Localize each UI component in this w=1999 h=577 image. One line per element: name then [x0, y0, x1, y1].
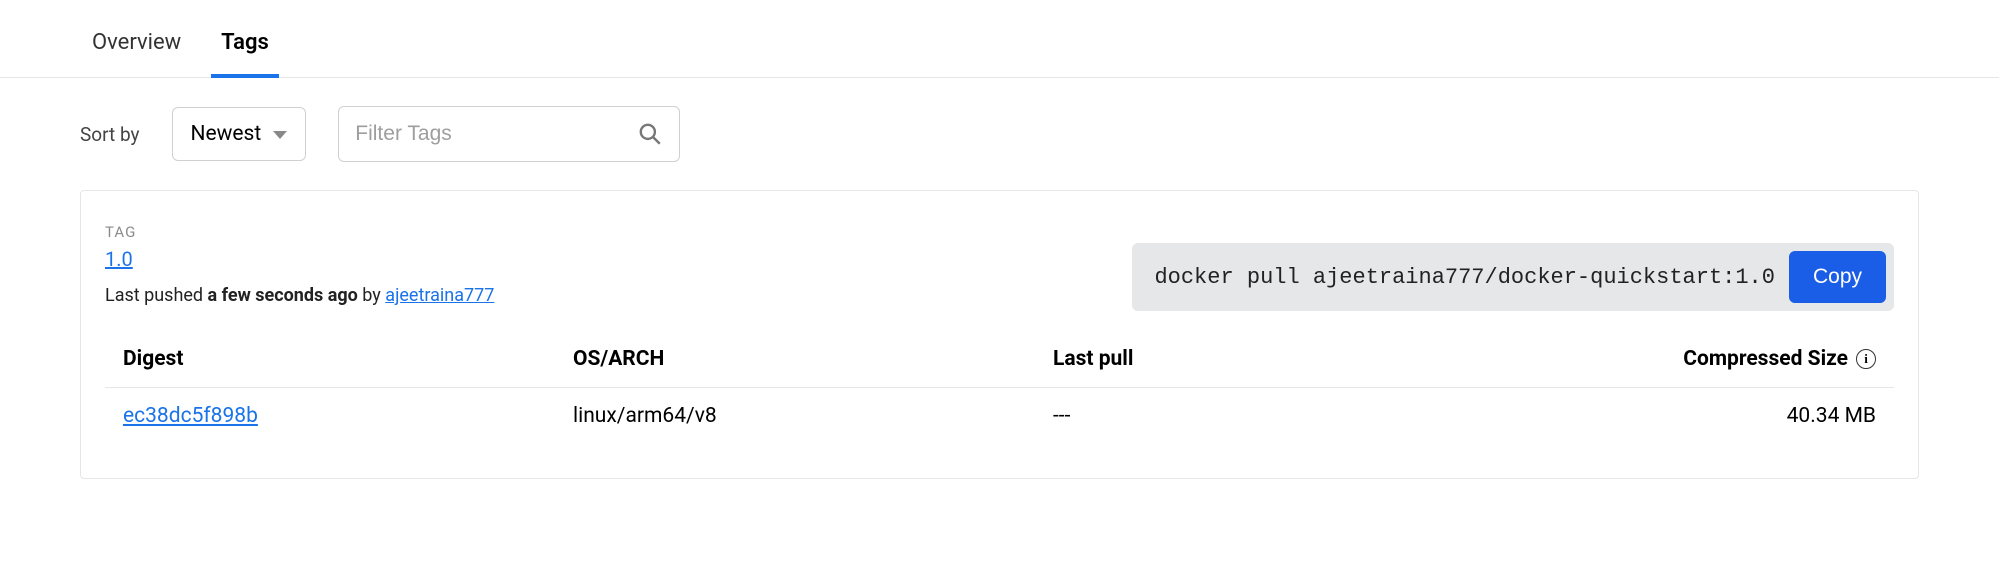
sort-by-label: Sort by: [80, 123, 140, 146]
tag-header: TAG 1.0 Last pushed a few seconds ago by…: [105, 223, 1894, 311]
last-pushed-prefix: Last pushed: [105, 285, 208, 306]
controls-row: Sort by Newest: [0, 78, 1999, 190]
sort-value: Newest: [191, 122, 262, 146]
filter-tags-field[interactable]: [338, 106, 680, 162]
last-pushed-by: by: [358, 285, 385, 306]
col-header-digest: Digest: [123, 347, 573, 371]
pull-command-box: docker pull ajeetraina777/docker-quickst…: [1132, 243, 1894, 311]
table-row: ec38dc5f898b linux/arm64/v8 --- 40.34 MB: [105, 388, 1894, 444]
col-header-lastpull: Last pull: [1053, 347, 1573, 371]
tag-card: TAG 1.0 Last pushed a few seconds ago by…: [80, 190, 1919, 479]
size-value: 40.34 MB: [1573, 404, 1876, 428]
info-icon[interactable]: [1856, 349, 1876, 369]
tag-table: Digest OS/ARCH Last pull Compressed Size…: [105, 331, 1894, 444]
tab-tags[interactable]: Tags: [221, 0, 269, 77]
digest-link[interactable]: ec38dc5f898b: [123, 404, 258, 428]
col-header-size: Compressed Size: [1573, 347, 1876, 371]
col-header-osarch: OS/ARCH: [573, 347, 1053, 371]
sort-dropdown[interactable]: Newest: [172, 107, 307, 161]
caret-down-icon: [273, 131, 287, 139]
last-pushed-text: Last pushed a few seconds ago by ajeetra…: [105, 285, 494, 306]
tabs-bar: Overview Tags: [0, 0, 1999, 78]
search-icon: [637, 121, 663, 147]
filter-input[interactable]: [355, 122, 637, 146]
last-pushed-time: a few seconds ago: [208, 285, 358, 306]
table-header-row: Digest OS/ARCH Last pull Compressed Size: [105, 331, 1894, 388]
pull-command-text[interactable]: docker pull ajeetraina777/docker-quickst…: [1154, 265, 1775, 290]
copy-button[interactable]: Copy: [1789, 251, 1886, 303]
tab-overview[interactable]: Overview: [92, 0, 181, 77]
tag-heading-label: TAG: [105, 223, 494, 241]
lastpull-value: ---: [1053, 404, 1573, 428]
pusher-user-link[interactable]: ajeetraina777: [385, 285, 494, 306]
tag-version-link[interactable]: 1.0: [105, 247, 133, 271]
size-header-text: Compressed Size: [1683, 347, 1848, 371]
osarch-value: linux/arm64/v8: [573, 404, 1053, 428]
